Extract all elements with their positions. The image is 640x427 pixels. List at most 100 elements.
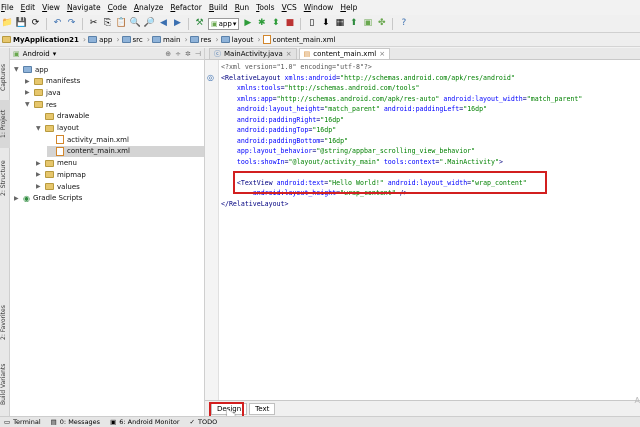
run-config-select[interactable]: ▣ app ▾ <box>208 17 240 30</box>
undo-icon[interactable]: ↶ <box>52 18 63 29</box>
menu-vcs[interactable]: VCS <box>282 3 297 12</box>
chevron-down-icon[interactable]: ▼ <box>25 101 31 108</box>
close-icon[interactable]: × <box>379 50 385 58</box>
editor-tab-label: MainActivity.java <box>224 50 283 58</box>
captures-tab[interactable]: Captures <box>0 58 10 98</box>
bottom-tool-3[interactable]: ✓ TODO <box>190 418 218 426</box>
close-icon[interactable]: × <box>286 50 292 58</box>
chevron-right-icon[interactable]: ▶ <box>36 183 42 190</box>
copy-icon[interactable]: ⎘ <box>102 18 113 29</box>
tree-item[interactable]: ▼ app <box>14 64 48 75</box>
editor: ⓒ MainActivity.java × ▤ content_main.xml × ◎ … <box>205 48 640 400</box>
chevron-down-icon[interactable]: ▾ <box>53 50 57 58</box>
breadcrumb-item[interactable]: main › <box>151 35 188 44</box>
menu-refactor[interactable]: Refactor <box>170 3 201 12</box>
xml-file-icon <box>56 135 64 145</box>
tree-item-label: java <box>46 88 61 97</box>
stop-icon[interactable]: ■ <box>284 18 295 29</box>
android-icon[interactable]: ✤ <box>376 18 387 29</box>
chevron-right-icon[interactable]: ▶ <box>36 160 42 167</box>
bottom-tool-2[interactable]: ▣ 6: Android Monitor <box>110 418 179 426</box>
tree-item[interactable]: activity_main.xml <box>47 134 129 145</box>
folder-icon <box>189 36 199 43</box>
tree-item[interactable]: ▼ res <box>25 99 57 110</box>
menu-window[interactable]: Window <box>304 3 334 12</box>
tree-item-label: layout <box>57 124 79 132</box>
tree-item[interactable]: ▶ manifests <box>25 76 80 87</box>
chevron-right-icon[interactable]: ▶ <box>25 78 31 85</box>
chevron-right-icon[interactable]: ▶ <box>14 195 20 202</box>
menu-file[interactable]: File <box>1 3 14 12</box>
favorites-tab[interactable]: 2: Favorites <box>0 298 10 348</box>
device-monitor-icon[interactable]: ▣ <box>362 18 373 29</box>
menu-analyze[interactable]: Analyze <box>134 3 164 12</box>
paste-icon[interactable]: 📋 <box>116 18 127 29</box>
tree-item[interactable]: content_main.xml <box>47 145 204 157</box>
save-all-icon[interactable]: 💾 <box>16 18 27 29</box>
project-tab[interactable]: 1: Project <box>0 100 10 148</box>
toolbar-divider <box>300 17 302 30</box>
tree-item[interactable]: drawable <box>36 111 89 122</box>
menu-navigate[interactable]: Navigate <box>67 3 101 12</box>
cut-icon[interactable]: ✂ <box>88 18 99 29</box>
make-icon[interactable]: ⚒ <box>194 18 205 29</box>
menu-view[interactable]: View <box>42 3 60 12</box>
menu-tools[interactable]: Tools <box>256 3 274 12</box>
chevron-right-icon[interactable]: ▶ <box>36 171 42 178</box>
breadcrumb-item[interactable]: src › <box>121 35 150 44</box>
menu-run[interactable]: Run <box>235 3 249 12</box>
gradle-sync-icon[interactable]: ⬆ <box>348 18 359 29</box>
menu-code[interactable]: Code <box>108 3 127 12</box>
chevron-right-icon: › <box>116 35 120 44</box>
chevron-down-icon[interactable]: ▼ <box>14 66 20 73</box>
menu-edit[interactable]: Edit <box>21 3 36 12</box>
breadcrumb-item[interactable]: content_main.xml <box>262 35 336 44</box>
bottom-tool-1[interactable]: ▤ 0: Messages <box>51 418 100 426</box>
editor-tab[interactable]: ⓒ MainActivity.java × <box>209 48 297 59</box>
tab-text[interactable]: Text <box>249 402 276 415</box>
tree-item[interactable]: ▶ java <box>25 87 61 98</box>
tree-item-label: menu <box>57 159 77 168</box>
xml-file-icon: ▤ <box>303 50 311 58</box>
chevron-right-icon[interactable]: ▶ <box>25 89 31 96</box>
chevron-down-icon[interactable]: ▼ <box>36 125 42 132</box>
run-icon[interactable]: ▶ <box>242 18 253 29</box>
forward-icon[interactable]: ▶ <box>172 18 183 29</box>
breadcrumb-item[interactable]: layout › <box>220 35 261 44</box>
back-icon[interactable]: ◀ <box>158 18 169 29</box>
xml-file-icon <box>262 35 271 44</box>
layout-preview-icon[interactable]: ◎ <box>207 73 214 82</box>
tree-item[interactable]: ▶ values <box>36 181 80 192</box>
collapse-icon[interactable]: ÷ <box>175 50 181 58</box>
build-variants-tab[interactable]: Build Variants <box>0 356 10 412</box>
editor-tab[interactable]: ▤ content_main.xml × <box>298 48 391 59</box>
sdk-manager-icon[interactable]: ⬇ <box>320 18 331 29</box>
structure-tab[interactable]: 2: Structure <box>0 152 10 204</box>
tree-item[interactable]: ▶ mipmap <box>36 169 86 180</box>
avd-manager-icon[interactable]: ▯ <box>306 18 317 29</box>
tree-item[interactable]: ▼ layout <box>36 123 79 134</box>
hide-panel-icon[interactable]: ⊣ <box>195 50 201 58</box>
project-view-select[interactable]: Android <box>23 50 50 58</box>
breadcrumb-item[interactable]: app › <box>88 35 120 44</box>
project-structure-icon[interactable]: ▦ <box>334 18 345 29</box>
debug-icon[interactable]: ✱ <box>256 18 267 29</box>
attach-debugger-icon[interactable]: ⬍ <box>270 18 281 29</box>
find-icon[interactable]: 🔍 <box>130 18 141 29</box>
breadcrumb-item[interactable]: MyApplication21 › <box>2 35 86 44</box>
help-icon[interactable]: ? <box>398 18 409 29</box>
sync-scroll-icon[interactable]: ⊕ <box>165 50 171 58</box>
open-folder-icon[interactable]: 📁 <box>2 18 13 29</box>
replace-icon[interactable]: 🔎 <box>144 18 155 29</box>
folder-icon <box>220 36 230 43</box>
sync-icon[interactable]: ⟳ <box>30 18 41 29</box>
tree-item[interactable]: ▶ menu <box>36 158 77 169</box>
code-line: xmlns:tools="http://schemas.android.com/… <box>236 84 420 92</box>
menu-build[interactable]: Build <box>209 3 228 12</box>
breadcrumb-item[interactable]: res › <box>189 35 219 44</box>
redo-icon[interactable]: ↷ <box>66 18 77 29</box>
tree-item[interactable]: ▶ ◉ Gradle Scripts <box>14 193 82 204</box>
menu-help[interactable]: Help <box>340 3 357 12</box>
bottom-tool-0[interactable]: ▭ Terminal <box>4 418 41 426</box>
gear-icon[interactable]: ✲ <box>185 50 191 58</box>
